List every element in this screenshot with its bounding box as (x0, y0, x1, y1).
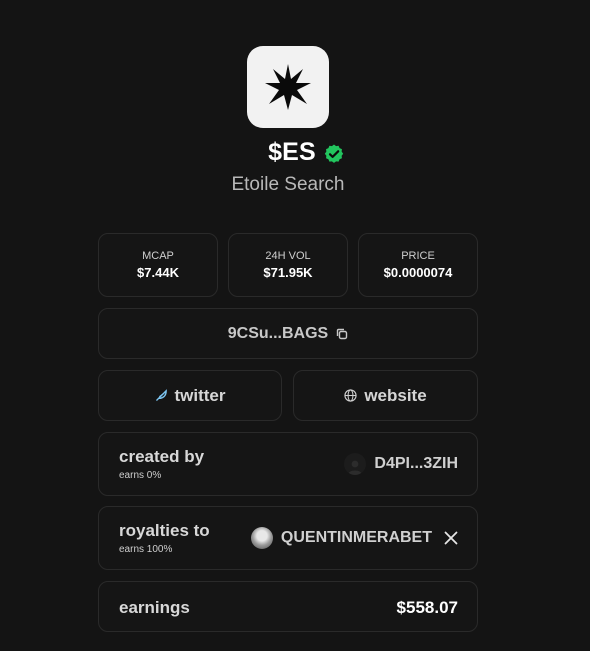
royalties-earns: earns 100% (119, 544, 173, 555)
earnings-value: $558.07 (396, 598, 458, 617)
website-link-label: website (364, 385, 427, 405)
twitter-link-label: twitter (174, 385, 226, 405)
copy-icon[interactable] (336, 328, 348, 340)
globe-icon (344, 389, 357, 402)
token-symbol: $ES (268, 138, 316, 166)
feather-icon (155, 389, 167, 401)
title-row: $ES (0, 138, 590, 167)
token-name: Etoile Search (231, 174, 345, 195)
contract-address: 9CSu...BAGS (227, 324, 329, 342)
token-page: $ES Etoile Search MCAP $7.44K 24H VOL $7… (0, 0, 590, 651)
creator-label: created by (119, 447, 205, 466)
royalties-card: royalties to earns 100% QUENTINMERABET (98, 506, 478, 570)
x-logo-icon[interactable] (444, 531, 458, 545)
royalties-handle: QUENTINMERABET (280, 529, 432, 546)
stat-mcap: MCAP $7.44K (98, 233, 218, 297)
stat-value: $71.95K (263, 265, 313, 280)
token-logo (247, 46, 329, 128)
avatar (250, 527, 273, 549)
star-burst-icon (265, 64, 311, 110)
royalties-info: royalties to earns 100% (119, 521, 210, 555)
earnings-card: earnings $558.07 (98, 581, 478, 632)
creator-card: created by earns 0% D4PI...3ZIH (98, 432, 478, 496)
stat-price: PRICE $0.0000074 (358, 233, 478, 297)
contract-address-button[interactable]: 9CSu...BAGS (98, 308, 478, 359)
stat-value: $0.0000074 (383, 265, 453, 280)
creator-earns: earns 0% (119, 470, 162, 481)
twitter-link-button[interactable]: twitter (98, 370, 282, 421)
royalties-profile-link[interactable]: QUENTINMERABET (250, 507, 458, 569)
verified-badge-icon (324, 144, 344, 164)
creator-profile-link[interactable]: D4PI...3ZIH (344, 433, 458, 495)
creator-handle: D4PI...3ZIH (374, 455, 458, 472)
royalties-label: royalties to (119, 521, 210, 540)
stat-label: MCAP (142, 250, 174, 262)
website-link-button[interactable]: website (293, 370, 478, 421)
stat-label: PRICE (401, 250, 435, 262)
stat-value: $7.44K (137, 265, 179, 280)
stat-24h-vol: 24H VOL $71.95K (228, 233, 348, 297)
stat-label: 24H VOL (265, 250, 311, 262)
earnings-label: earnings (119, 598, 190, 617)
creator-info: created by earns 0% (119, 447, 204, 481)
avatar (344, 453, 367, 475)
